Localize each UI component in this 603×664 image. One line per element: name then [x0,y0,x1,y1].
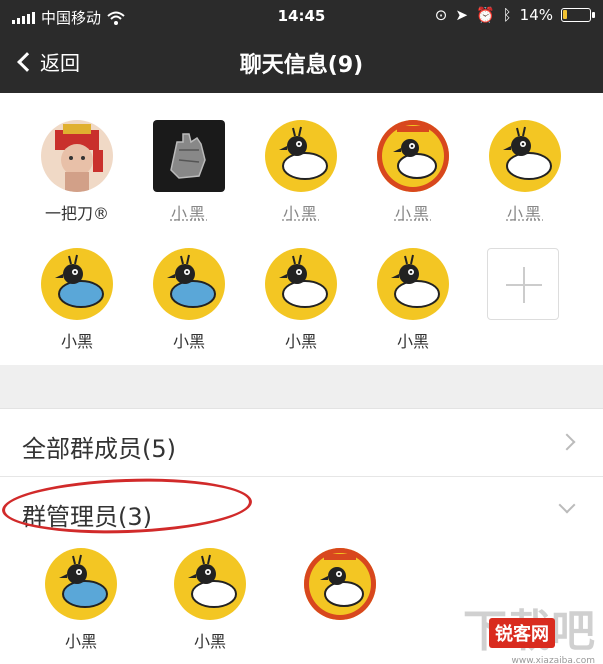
crow-white-avatar [377,248,449,320]
bluetooth-icon: ᛒ [502,6,512,24]
watermark-badge: 锐客网 [489,618,555,648]
status-bar: 中国移动 14:45 ⊙ ➤ ⏰ ᛒ 14% [0,0,603,32]
top-bar: 中国移动 14:45 ⊙ ➤ ⏰ ᛒ 14% 返回 聊天信息(9) [0,0,603,93]
member-name: 小黑 [282,204,319,223]
member-item[interactable]: 小黑 [139,248,239,352]
fortune-god-avatar [41,120,113,192]
member-name: 小黑 [172,332,205,351]
admin-item[interactable]: 小黑 [31,548,131,652]
member-grid: 一把刀® 小黑 小黑 小黑 小黑 小黑 小黑 小黑 小黑 [0,93,603,365]
crow-white-avatar [265,248,337,320]
page-title: 聊天信息(9) [239,53,364,78]
member-name: 小黑 [394,204,431,223]
member-item[interactable]: 小黑 [475,120,575,224]
member-item[interactable]: 小黑 [139,120,239,224]
watermark-url: www.xiazaiba.com [511,656,595,664]
add-member-button[interactable] [487,248,559,320]
member-name: 小黑 [396,332,429,351]
crow-blue-avatar [41,248,113,320]
member-name: 一把刀® [44,204,109,223]
battery-icon [561,8,595,22]
battery-percent: 14% [519,6,553,24]
admin-item[interactable] [290,548,390,628]
crow-ring-avatar [377,120,449,192]
glove-photo-avatar [153,120,225,192]
admin-item[interactable]: 小黑 [160,548,260,652]
member-item[interactable]: 小黑 [363,120,463,224]
all-members-row[interactable]: 全部群成员(5) [0,409,603,477]
admin-name: 小黑 [193,632,226,651]
member-name: 小黑 [506,204,543,223]
watermark: 下载吧 锐客网 www.xiazaiba.com [463,610,595,664]
admin-name: 小黑 [64,632,97,651]
status-right: ⊙ ➤ ⏰ ᛒ 14% [434,6,595,24]
all-members-label: 全部群成员(5) [22,435,176,463]
crow-ring-avatar [304,548,376,620]
member-name: 小黑 [170,204,207,223]
section-gap [0,365,603,409]
member-name: 小黑 [284,332,317,351]
crow-blue-avatar [153,248,225,320]
crow-white-avatar [489,120,561,192]
admins-label: 群管理员(3) [22,503,152,531]
member-item[interactable]: 一把刀® [27,120,127,224]
chevron-down-icon [558,496,576,514]
member-item[interactable]: 小黑 [27,248,127,352]
rotation-lock-icon: ⊙ [434,6,448,24]
chevron-right-icon [558,433,576,451]
member-name: 小黑 [60,332,93,351]
location-icon: ➤ [455,6,468,24]
member-item[interactable]: 小黑 [363,248,463,352]
member-item[interactable]: 小黑 [251,248,351,352]
crow-white-avatar [265,120,337,192]
alarm-icon: ⏰ [475,6,495,24]
nav-bar: 返回 聊天信息(9) [0,32,603,93]
crow-white-avatar [174,548,246,620]
admins-row[interactable]: 群管理员(3) [0,477,603,545]
crow-blue-avatar [45,548,117,620]
member-item[interactable]: 小黑 [251,120,351,224]
